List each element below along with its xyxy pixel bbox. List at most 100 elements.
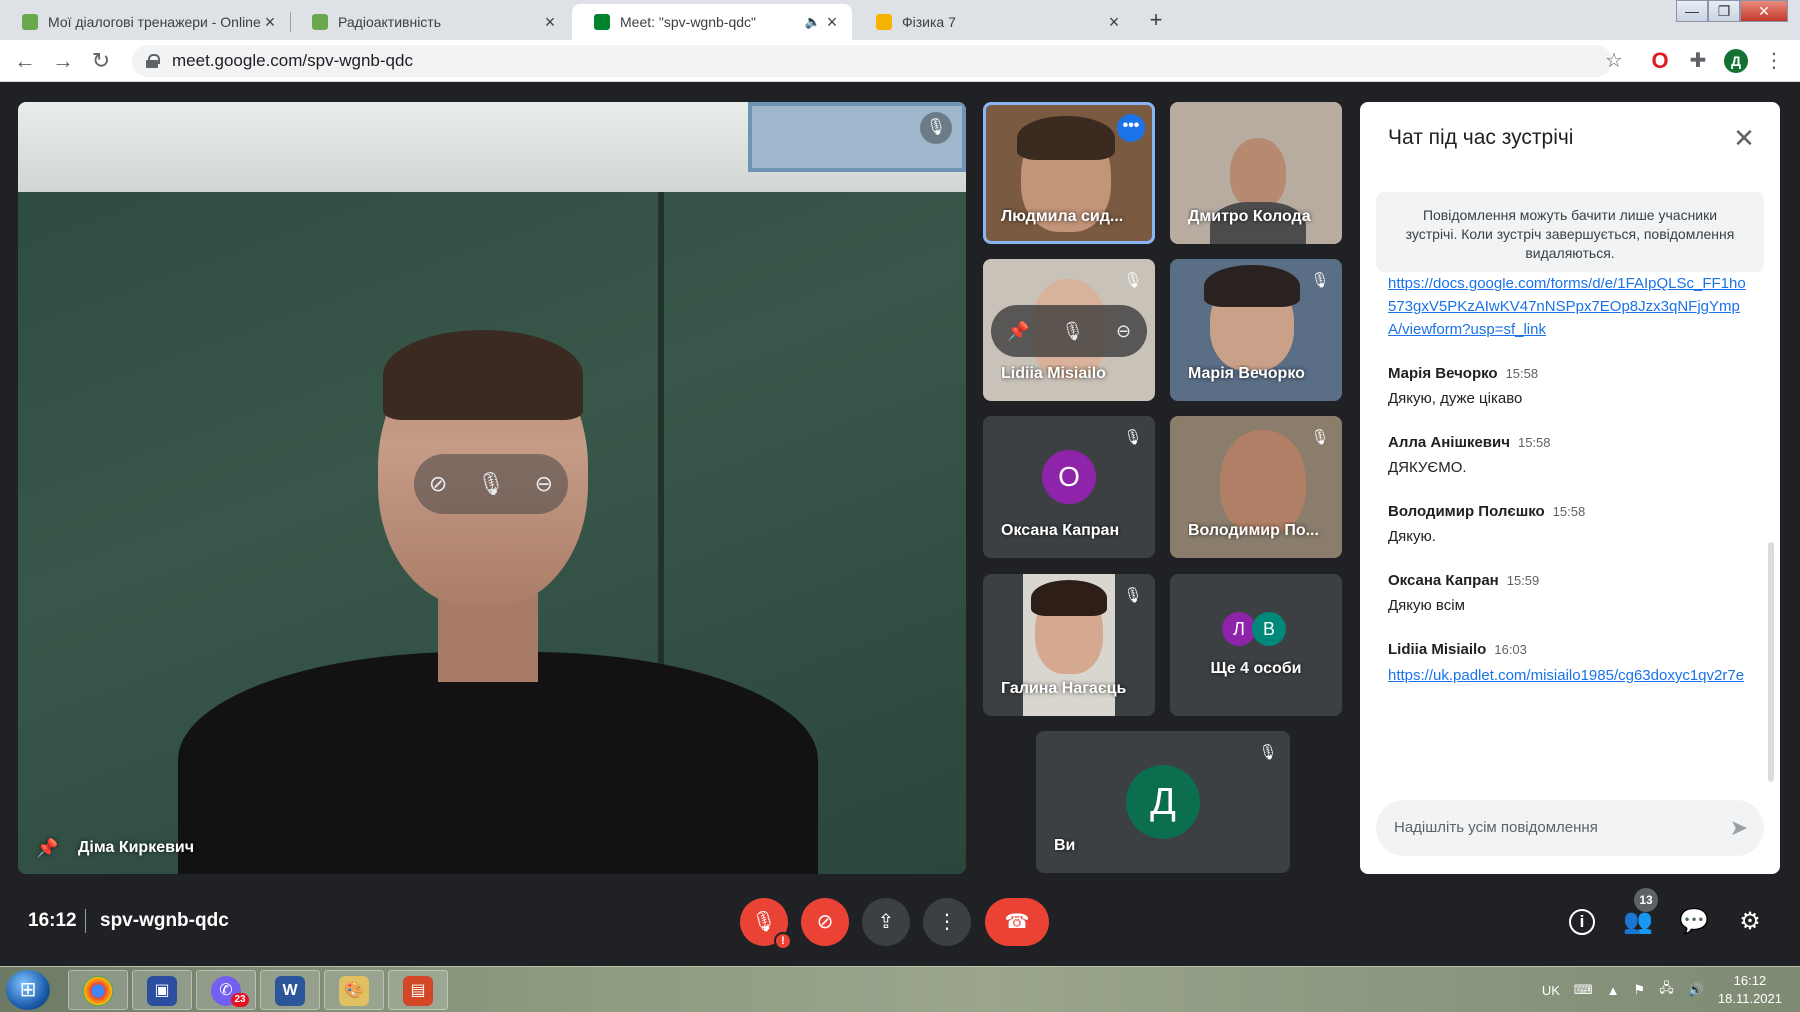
keyboard-language[interactable]: UK <box>1542 983 1560 998</box>
participant-tile[interactable]: ••• Людмила сид... <box>983 102 1155 244</box>
tab-title: Meet: "spv-wgnb-qdc" <box>620 14 756 30</box>
volume-icon[interactable]: 🔊 <box>1688 982 1704 998</box>
mute-participant-icon[interactable]: 🎙 <box>1061 321 1084 342</box>
clock-time: 16:12 <box>1733 973 1767 988</box>
participant-tile[interactable]: О 🎙 Оксана Капран <box>983 416 1155 558</box>
profile-avatar[interactable]: Д <box>1724 49 1748 73</box>
main-speaker-video[interactable]: 🎙 ⊘ 🎙 ⊖ 📌 Діма Киркевич <box>18 102 966 874</box>
save-app-taskbar-icon[interactable]: ▣ <box>132 970 192 1010</box>
message-text: Дякую, дуже цікаво <box>1388 390 1523 407</box>
pin-icon[interactable]: 📌 <box>1007 321 1029 342</box>
back-arrow-icon[interactable]: ← <box>12 48 38 74</box>
browser-menu-icon[interactable]: ⋮ <box>1762 49 1786 73</box>
participant-tile[interactable]: 🎙 Галина Нагаєць <box>983 574 1155 716</box>
activities-button[interactable]: ⚙ <box>1732 904 1768 940</box>
send-icon[interactable]: ➤ <box>1730 816 1748 840</box>
message-sender: Оксана Капран <box>1388 572 1499 589</box>
tray-expand-icon[interactable]: ▲ <box>1607 983 1620 998</box>
close-icon[interactable]: × <box>824 12 840 33</box>
star-icon[interactable]: ☆ <box>1602 49 1626 73</box>
forward-arrow-icon[interactable]: → <box>50 48 76 74</box>
more-options-button[interactable]: ⋮ <box>923 898 971 946</box>
close-icon[interactable]: × <box>1106 12 1122 33</box>
mic-off-icon: 🎙 <box>1258 744 1278 761</box>
chat-button[interactable]: 💬 <box>1676 904 1712 940</box>
participant-name: Оксана Капран <box>1001 522 1120 539</box>
reload-icon[interactable]: ↻ <box>88 48 114 74</box>
chat-input-placeholder: Надішліть усім повідомлення <box>1394 819 1598 836</box>
tab-radioactivity[interactable]: Радіоактивність × <box>290 4 570 40</box>
keyboard-icon[interactable]: ⌨ <box>1574 982 1593 998</box>
participant-tile[interactable]: 🎙 Марія Вечорко <box>1170 259 1342 401</box>
chat-link[interactable]: https://uk.padlet.com/misiailo1985/cg63d… <box>1388 667 1744 684</box>
self-tile[interactable]: Д 🎙 Ви <box>1036 731 1290 873</box>
chrome-taskbar-icon[interactable] <box>68 970 128 1010</box>
mute-participant-icon[interactable]: 🎙 <box>477 471 505 497</box>
message-time: 16:03 <box>1494 642 1527 657</box>
mic-alert-badge: ! <box>774 932 792 950</box>
extensions-icon[interactable]: ✚ <box>1686 49 1710 73</box>
new-tab-button[interactable]: + <box>1140 6 1172 34</box>
window-close-icon[interactable]: ✕ <box>1740 0 1788 22</box>
windows-start-button[interactable]: ⊞ <box>6 970 50 1010</box>
tab-dialog-trainers[interactable]: Мої діалогові тренажери - Online × <box>0 4 290 40</box>
message-sender: Володимир Полєшко <box>1388 503 1545 520</box>
system-clock[interactable]: 16:12 18.11.2021 <box>1718 972 1782 1008</box>
chat-message: Алла Анішкевич 15:58 ДЯКУЄМО. <box>1388 434 1750 479</box>
more-options-icon: ⋮ <box>937 911 957 933</box>
camera-toggle-button[interactable]: ⊘ <box>801 898 849 946</box>
participant-face <box>1220 430 1306 534</box>
meeting-clock: 16:12 <box>28 910 77 931</box>
presentation-taskbar-icon[interactable]: ▤ <box>388 970 448 1010</box>
maximize-icon[interactable]: ❐ <box>1708 0 1740 22</box>
participant-tile[interactable]: 🎙 📌 🎙 ⊖ Lidiia Misiailo <box>983 259 1155 401</box>
present-screen-button[interactable]: ⇪ <box>862 898 910 946</box>
tab-meet[interactable]: Meet: "spv-wgnb-qdc" 🔈 × <box>572 4 852 40</box>
minimize-icon[interactable]: — <box>1676 0 1708 22</box>
remove-participant-icon[interactable]: ⊖ <box>1116 321 1131 342</box>
chat-panel: Чат під час зустрічі ✕ Повідомлення можу… <box>1360 102 1780 874</box>
tab-physics[interactable]: Фізика 7 × <box>854 4 1134 40</box>
participant-avatar: В <box>1252 612 1286 646</box>
viber-taskbar-icon[interactable]: ✆ 23 <box>196 970 256 1010</box>
chat-link[interactable]: https://docs.google.com/forms/d/e/1FAIpQ… <box>1388 278 1746 338</box>
participant-hair <box>1204 265 1300 307</box>
tab-title: Мої діалогові тренажери - Online <box>48 14 261 30</box>
self-avatar: Д <box>1126 765 1200 839</box>
word-taskbar-icon[interactable]: W <box>260 970 320 1010</box>
mic-off-icon: 🎙 <box>920 112 952 144</box>
meeting-details-button[interactable]: i <box>1564 904 1600 940</box>
message-sender: Lidiia Misiailo <box>1388 641 1487 658</box>
participant-hair <box>1031 580 1107 616</box>
close-icon[interactable]: ✕ <box>1728 122 1760 154</box>
chat-title: Чат під час зустрічі <box>1388 126 1574 149</box>
paint-taskbar-icon[interactable]: 🎨 <box>324 970 384 1010</box>
main-speaker-name: 📌 Діма Киркевич <box>36 838 194 858</box>
participant-name: Володимир По... <box>1188 522 1319 539</box>
people-button[interactable]: 👥 13 <box>1620 888 1658 940</box>
close-icon[interactable]: × <box>262 12 278 33</box>
remove-participant-icon[interactable]: ⊖ <box>535 471 553 497</box>
participant-avatar: Л <box>1222 612 1256 646</box>
chat-message: Володимир Полєшко 15:58 Дякую. <box>1388 503 1750 548</box>
chat-message-input[interactable]: Надішліть усім повідомлення ➤ <box>1376 800 1764 856</box>
chat-message-list: https://docs.google.com/forms/d/e/1FAIpQ… <box>1388 278 1750 838</box>
action-center-icon[interactable]: ⚑ <box>1634 982 1646 998</box>
opera-extension-icon[interactable]: O <box>1648 49 1672 73</box>
participant-tile[interactable]: Дмитро Колода <box>1170 102 1342 244</box>
participant-tile[interactable]: 🎙 Володимир По... <box>1170 416 1342 558</box>
chat-icon: 💬 <box>1679 908 1709 935</box>
chat-scrollbar[interactable] <box>1768 542 1774 782</box>
network-icon[interactable]: 🖧 <box>1659 979 1674 1001</box>
divider <box>85 909 86 933</box>
leave-call-button[interactable]: ☎ <box>985 898 1049 946</box>
close-icon[interactable]: × <box>542 12 558 33</box>
message-time: 15:58 <box>1552 504 1586 519</box>
microphone-toggle-button[interactable]: 🎙 ! <box>740 898 792 950</box>
more-options-icon[interactable]: ••• <box>1117 114 1145 142</box>
unpin-icon[interactable]: ⊘ <box>429 471 447 497</box>
speaker-icon[interactable]: 🔈 <box>802 14 824 30</box>
more-participants-tile[interactable]: Л В Ще 4 особи <box>1170 574 1342 716</box>
url-field[interactable]: meet.google.com/spv-wgnb-qdc <box>132 45 1612 77</box>
url-text: meet.google.com/spv-wgnb-qdc <box>172 51 413 70</box>
